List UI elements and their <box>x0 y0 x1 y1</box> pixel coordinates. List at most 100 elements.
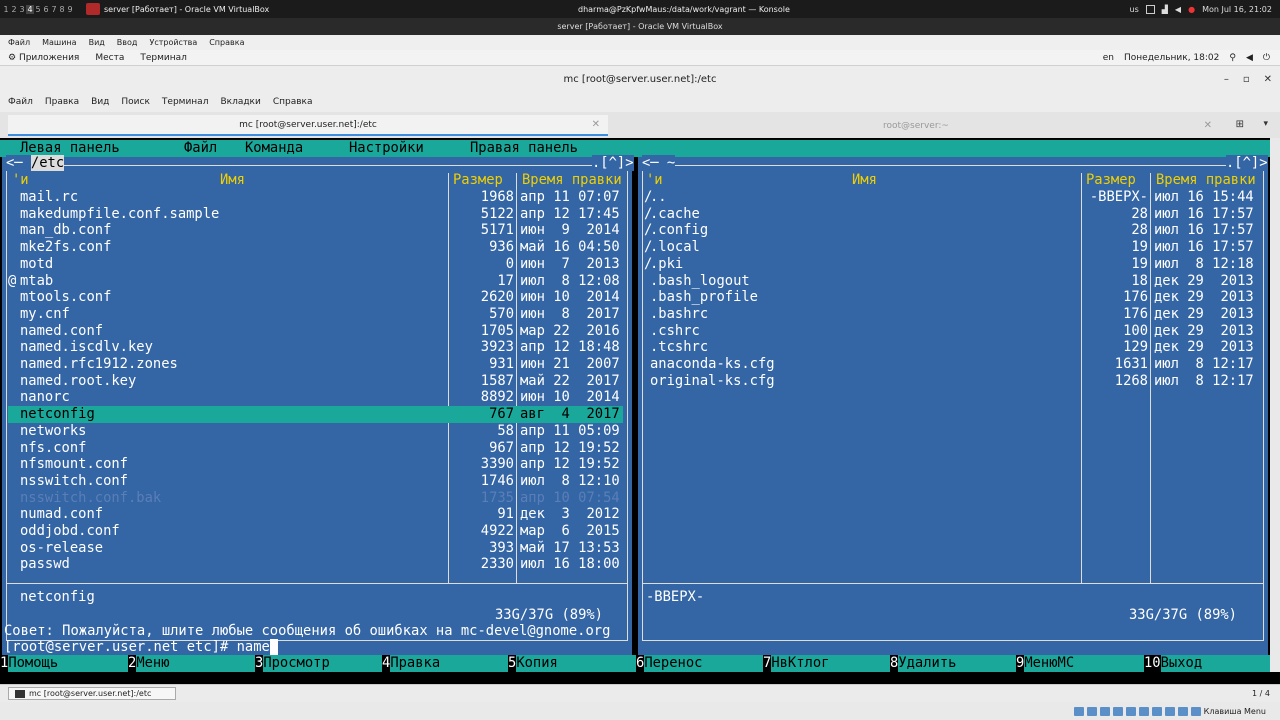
col-header-name[interactable]: Имя <box>220 172 245 188</box>
volume-icon[interactable]: ◀ <box>1175 5 1181 14</box>
file-row[interactable]: man_db.conf 5171 июн 9 2014 <box>8 222 623 239</box>
command-input[interactable]: name <box>237 639 270 655</box>
workspace-7[interactable]: 7 <box>50 5 58 14</box>
tab-root[interactable]: root@server:~ ✕ <box>612 115 1220 136</box>
mc-menu-command[interactable]: Команда <box>245 140 349 157</box>
workspace-5[interactable]: 5 <box>34 5 42 14</box>
col-header-mtime[interactable]: Время правки <box>1156 172 1256 188</box>
col-header-mtime[interactable]: Время правки <box>522 172 622 188</box>
close-tab-icon[interactable]: ✕ <box>1204 120 1212 131</box>
right-panel[interactable]: <─ ~ .[^]> 'и Имя Размер Время правки /.… <box>638 155 1268 655</box>
close-icon[interactable]: ✕ <box>1264 74 1272 85</box>
gnome-places[interactable]: Места <box>95 53 124 63</box>
panel-path[interactable]: /etc <box>30 155 65 171</box>
konsole-menu-edit[interactable]: Правка <box>45 97 79 107</box>
konsole-menu-help[interactable]: Справка <box>273 97 313 107</box>
vbox-menu-view[interactable]: Вид <box>89 38 105 47</box>
file-row[interactable]: original-ks.cfg 1268 июл 8 12:17 <box>644 373 1259 390</box>
col-header-mode[interactable]: 'и <box>646 172 663 188</box>
file-row[interactable]: nfsmount.conf 3390 апр 12 19:52 <box>8 456 623 473</box>
vbox-menu-file[interactable]: Файл <box>8 38 30 47</box>
file-row[interactable]: .bashrc 176 дек 29 2013 <box>644 306 1259 323</box>
fkey-3[interactable]: 3 Просмотр <box>255 655 382 672</box>
file-row[interactable]: nsswitch.conf.bak 1735 апр 10 07:54 <box>8 490 623 507</box>
fkey-2[interactable]: 2 Меню <box>128 655 255 672</box>
workspace-8[interactable]: 8 <box>58 5 66 14</box>
file-row[interactable]: nfs.conf 967 апр 12 19:52 <box>8 440 623 457</box>
file-row[interactable]: oddjobd.conf 4922 мар 6 2015 <box>8 523 623 540</box>
file-row[interactable]: nsswitch.conf 1746 июл 8 12:10 <box>8 473 623 490</box>
workspace-6[interactable]: 6 <box>42 5 50 14</box>
fkey-10[interactable]: 10 Выход <box>1144 655 1270 672</box>
mc-menu-file[interactable]: Файл <box>184 140 245 157</box>
workspace-2[interactable]: 2 <box>10 5 18 14</box>
file-row[interactable]: named.rfc1912.zones 931 июн 21 2007 <box>8 356 623 373</box>
command-line[interactable]: [root@server.user.net etc]# name <box>4 639 279 656</box>
konsole-menu-file[interactable]: Файл <box>8 97 33 107</box>
file-row[interactable]: mtools.conf 2620 июн 10 2014 <box>8 289 623 306</box>
konsole-menu-view[interactable]: Вид <box>91 97 109 107</box>
file-row[interactable]: numad.conf 91 дек 3 2012 <box>8 506 623 523</box>
file-row[interactable]: passwd 2330 июл 16 18:00 <box>8 556 623 573</box>
file-row[interactable]: / .config 28 июл 16 17:57 <box>644 222 1259 239</box>
tab-mc[interactable]: mc [root@server.user.net]:/etc ✕ <box>8 115 608 136</box>
new-tab-icon[interactable]: ⊞ <box>1236 119 1244 130</box>
file-row[interactable]: named.conf 1705 мар 22 2016 <box>8 323 623 340</box>
vbox-menu-machine[interactable]: Машина <box>42 38 76 47</box>
panel-path[interactable]: ~ <box>667 155 675 171</box>
fkey-1[interactable]: 1 Помощь <box>0 655 128 672</box>
file-row[interactable]: named.iscdlv.key 3923 апр 12 18:48 <box>8 339 623 356</box>
fkey-9[interactable]: 9 МенюMC <box>1016 655 1144 672</box>
left-panel[interactable]: <─ /etc .[^]> 'и Имя Размер Время правки… <box>2 155 634 655</box>
workspace-3[interactable]: 3 <box>18 5 26 14</box>
workspace-pager[interactable]: 1 / 4 <box>1252 689 1270 698</box>
vbox-menu-input[interactable]: Ввод <box>117 38 138 47</box>
terminal-scrollbar[interactable] <box>1270 138 1280 672</box>
workspace-switcher[interactable]: 123456789 <box>2 4 74 14</box>
keyboard-layout[interactable]: us <box>1130 5 1139 14</box>
fkey-7[interactable]: 7 НвКтлог <box>763 655 890 672</box>
task-konsole[interactable]: dharma@PzKpfwMaus:/data/work/vagrant — K… <box>578 5 790 14</box>
file-row[interactable]: .bash_logout 18 дек 29 2013 <box>644 273 1259 290</box>
gnome-applications[interactable]: ⚙ Приложения <box>8 53 79 63</box>
power-icon[interactable]: ⏻ <box>1263 53 1270 63</box>
file-row[interactable]: motd 0 июн 7 2013 <box>8 256 623 273</box>
file-row[interactable]: mke2fs.conf 936 май 16 04:50 <box>8 239 623 256</box>
vbox-menu-help[interactable]: Справка <box>209 38 244 47</box>
fkey-8[interactable]: 8 Удалить <box>890 655 1016 672</box>
file-row[interactable]: / .pki 19 июл 8 12:18 <box>644 256 1259 273</box>
col-header-name[interactable]: Имя <box>852 172 877 188</box>
taskbar-item-mc[interactable]: mc [root@server.user.net]:/etc <box>8 687 176 700</box>
file-row[interactable]: my.cnf 570 июн 8 2017 <box>8 306 623 323</box>
file-row[interactable]: nanorc 8892 июн 10 2014 <box>8 389 623 406</box>
gnome-terminal[interactable]: Терминал <box>140 53 187 63</box>
minimize-icon[interactable]: – <box>1224 74 1229 85</box>
maximize-icon[interactable]: ▫ <box>1243 74 1250 85</box>
file-row[interactable]: / .local 19 июл 16 17:57 <box>644 239 1259 256</box>
gnome-lang[interactable]: en <box>1103 53 1114 63</box>
file-row[interactable]: os-release 393 май 17 13:53 <box>8 540 623 557</box>
file-row[interactable]: named.root.key 1587 май 22 2017 <box>8 373 623 390</box>
power-icon[interactable]: ● <box>1188 5 1195 14</box>
file-row[interactable]: anaconda-ks.cfg 1631 июл 8 12:17 <box>644 356 1259 373</box>
file-row[interactable]: /.. -ВВЕРХ-июл 16 15:44 <box>644 189 1259 206</box>
col-header-size[interactable]: Размер <box>453 172 503 188</box>
terminal[interactable]: Левая панель Файл Команда Настройки Прав… <box>0 138 1270 672</box>
file-row[interactable]: .cshrc 100 дек 29 2013 <box>644 323 1259 340</box>
volume-icon[interactable]: ◀ <box>1246 53 1253 63</box>
close-tab-icon[interactable]: ✕ <box>592 119 600 130</box>
mc-menu-options[interactable]: Настройки <box>349 140 470 157</box>
konsole-menu-terminal[interactable]: Терминал <box>162 97 209 107</box>
file-row[interactable]: @ mtab 17 июл 8 12:08 <box>8 273 623 290</box>
network-icon[interactable]: ⚲ <box>1229 53 1236 63</box>
chevron-down-icon[interactable]: ▾ <box>1263 119 1268 129</box>
panel-corner[interactable]: .[^]> <box>592 155 634 171</box>
fkey-4[interactable]: 4 Правка <box>382 655 508 672</box>
panel-corner[interactable]: .[^]> <box>1226 155 1268 171</box>
file-row[interactable]: / .cache 28 июл 16 17:57 <box>644 206 1259 223</box>
vbox-menu-devices[interactable]: Устройства <box>149 38 197 47</box>
fkey-6[interactable]: 6 Перенос <box>636 655 763 672</box>
workspace-1[interactable]: 1 <box>2 5 10 14</box>
konsole-menu-search[interactable]: Поиск <box>121 97 150 107</box>
workspace-9[interactable]: 9 <box>66 5 74 14</box>
